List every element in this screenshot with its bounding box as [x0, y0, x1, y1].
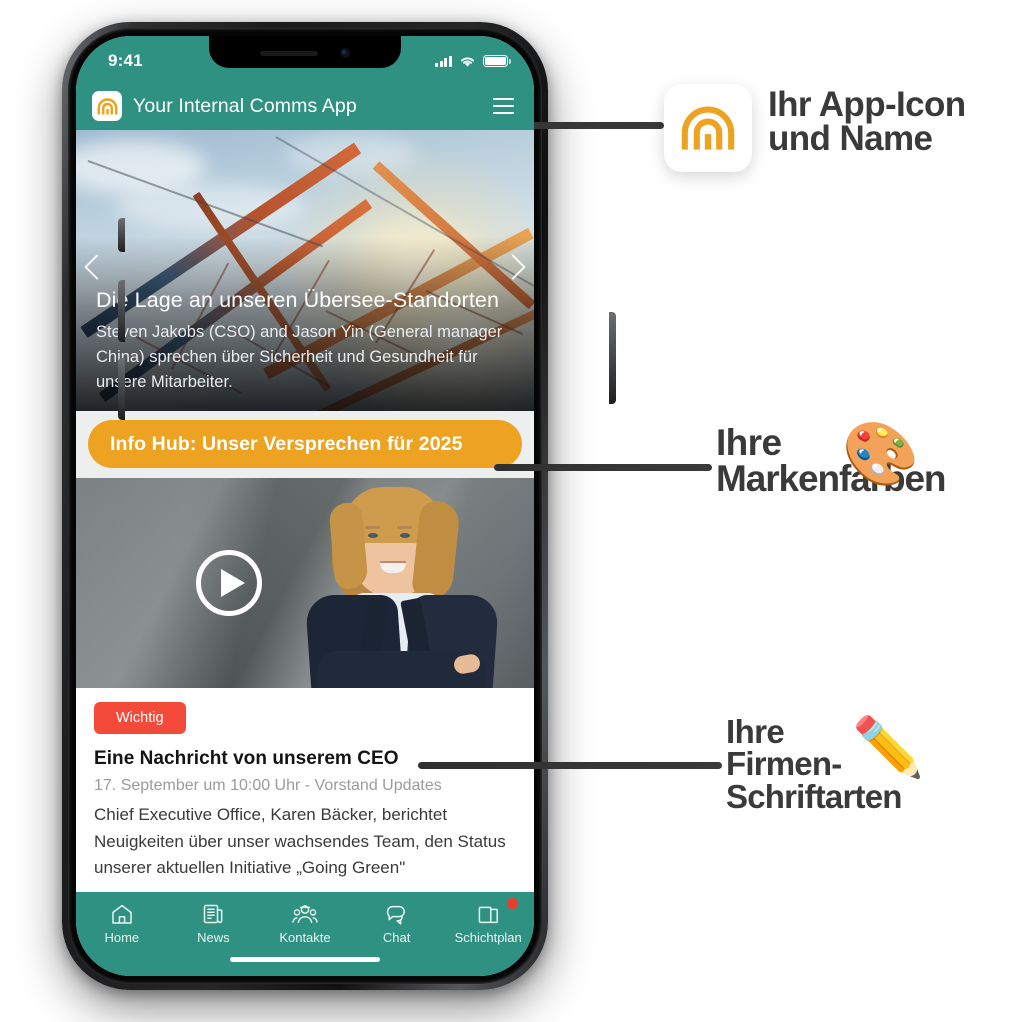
mute-switch[interactable] [118, 218, 125, 252]
hamburger-menu-icon[interactable] [493, 98, 514, 114]
video-thumbnail-card[interactable] [76, 478, 534, 688]
info-hub-button[interactable]: Info Hub: Unser Versprechen für 2025 [88, 420, 522, 468]
notification-badge-dot [506, 898, 518, 909]
tab-home[interactable]: Home [76, 901, 168, 945]
home-indicator [230, 957, 380, 962]
app-bar: Your Internal Comms App [76, 82, 534, 130]
cellular-bars-icon [435, 55, 452, 67]
battery-full-icon [483, 54, 511, 68]
article-card[interactable]: Wichtig Eine Nachricht von unserem CEO 1… [76, 688, 534, 888]
hero-title: Die Lage an unseren Übersee-Standorten [96, 288, 500, 313]
leader-line-brand-colors [494, 464, 712, 471]
page-root: 9:41 Your Internal Comms App Die Lage an… [0, 0, 1024, 1022]
phone-screen: 9:41 Your Internal Comms App Die Lage an… [76, 36, 534, 976]
tab-news[interactable]: News [168, 901, 260, 945]
status-badge: Wichtig [94, 702, 186, 734]
home-icon [110, 901, 134, 925]
callout-app-icon-text: Ihr App-Icon und Name [768, 85, 966, 159]
cta-strip: Info Hub: Unser Versprechen für 2025 [76, 411, 534, 478]
tab-label: Kontakte [279, 930, 331, 945]
app-content: Die Lage an unseren Übersee-Standorten S… [76, 130, 534, 892]
tab-label: Schichtplan [454, 930, 522, 945]
rainbow-arch-app-icon [681, 106, 735, 150]
ceo-portrait [304, 483, 500, 688]
tab-chat[interactable]: Chat [351, 901, 443, 945]
pencil-emoji: ✏️ [852, 715, 925, 780]
article-body: Chief Executive Office, Karen Bäcker, be… [94, 805, 506, 878]
article-meta: 17. September um 10:00 Uhr - Vorstand Up… [94, 777, 442, 794]
palette-emoji: 🎨 [842, 420, 920, 489]
news-icon [202, 901, 224, 925]
wifi-icon [460, 56, 475, 67]
app-title: Your Internal Comms App [133, 94, 357, 117]
front-camera [340, 48, 350, 58]
phone-frame: 9:41 Your Internal Comms App Die Lage an… [62, 22, 616, 990]
volume-down-button[interactable] [118, 358, 125, 420]
hero-subtitle: Steven Jakobs (CSO) and Jason Yin (Gener… [96, 322, 503, 391]
tab-kontakte[interactable]: Kontakte [259, 901, 351, 945]
tab-label: Home [104, 930, 140, 945]
play-circle-icon[interactable] [196, 550, 262, 616]
chat-icon [385, 901, 409, 925]
callout-line: Schriftarten [726, 777, 902, 815]
phone-bezel: 9:41 Your Internal Comms App Die Lage an… [68, 28, 542, 984]
tab-label: Chat [382, 930, 411, 945]
hero-carousel-card[interactable]: Die Lage an unseren Übersee-Standorten S… [76, 130, 534, 411]
contacts-icon [292, 901, 318, 925]
earpiece-speaker [260, 50, 318, 56]
shifts-icon [477, 901, 500, 925]
leader-line-fonts [418, 762, 722, 769]
status-indicators [435, 54, 511, 68]
callout-line: Ihre [716, 422, 782, 463]
callout-app-icon-swatch [664, 84, 752, 172]
bottom-tab-bar: Home News Kontakte Chat Schichtplan [76, 892, 534, 976]
callout-line: und Name [768, 119, 933, 159]
power-button[interactable] [609, 312, 616, 404]
tab-schichtplan[interactable]: Schichtplan [442, 898, 534, 945]
hero-text-block: Die Lage an unseren Übersee-Standorten S… [96, 288, 516, 395]
rainbow-arch-app-icon [92, 91, 122, 121]
status-time: 9:41 [108, 51, 143, 70]
tab-label: News [197, 930, 230, 945]
callout-line: Ihr App-Icon [768, 85, 966, 124]
phone-notch [209, 36, 401, 68]
volume-up-button[interactable] [118, 280, 125, 342]
